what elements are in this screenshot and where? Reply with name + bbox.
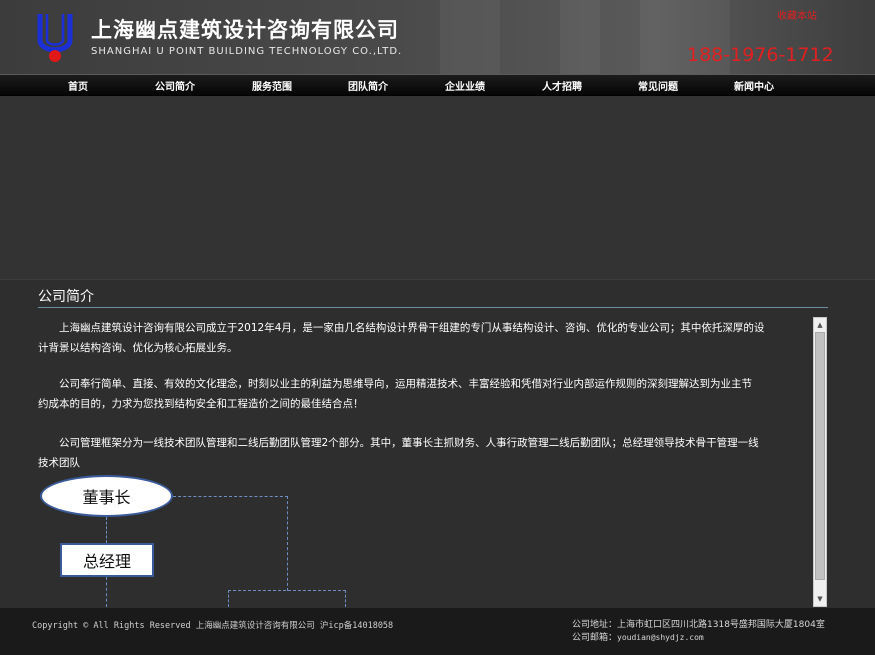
org-connector	[106, 577, 107, 607]
company-email: 公司邮箱：youdian@shydjz.com	[572, 630, 704, 643]
nav-item-faq[interactable]: 常见问题	[638, 78, 678, 93]
nav-item-news[interactable]: 新闻中心	[734, 78, 774, 93]
address-label: 公司地址：	[572, 620, 618, 630]
page: 上海幽点建筑设计咨询有限公司 SHANGHAI U POINT BUILDING…	[0, 0, 875, 655]
org-node-general-manager: 总经理	[60, 543, 154, 577]
title-divider	[38, 307, 828, 308]
hotline-number: 188-1976-1712	[687, 44, 834, 66]
company-address: 公司地址：上海市虹口区四川北路1318号盛邦国际大厦1804室	[572, 617, 825, 630]
article-body: 上海幽点建筑设计咨询有限公司成立于2012年4月，是一家由几名结构设计界骨干组建…	[38, 318, 810, 607]
bookmark-link[interactable]: 收藏本站	[777, 7, 817, 22]
company-name-cn: 上海幽点建筑设计咨询有限公司	[91, 18, 399, 42]
scrollbar-thumb[interactable]	[815, 332, 825, 580]
org-connector	[228, 590, 229, 607]
company-name-en: SHANGHAI U POINT BUILDING TECHNOLOGY CO.…	[91, 46, 403, 57]
org-connector	[228, 590, 346, 591]
org-connector	[173, 496, 288, 497]
scroll-down-arrow-icon[interactable]: ▼	[814, 592, 826, 606]
nav-item-projects[interactable]: 企业业绩	[445, 78, 485, 93]
nav-item-home[interactable]: 首页	[68, 78, 88, 93]
org-chart: 董事长 总经理	[38, 318, 810, 607]
main-nav: 首页 公司简介 服务范围 团队简介 企业业绩 人才招聘 常见问题 新闻中心	[0, 74, 875, 96]
org-connector	[345, 590, 346, 607]
header-building-shape	[440, 0, 500, 74]
copyright-text: Copyright © All Rights Reserved 上海幽点建筑设计…	[32, 621, 394, 631]
header: 上海幽点建筑设计咨询有限公司 SHANGHAI U POINT BUILDING…	[0, 0, 875, 74]
article-scrollbar[interactable]: ▲ ▼	[813, 317, 827, 607]
org-connector	[287, 496, 288, 591]
nav-item-team[interactable]: 团队简介	[348, 78, 388, 93]
section-title: 公司简介	[38, 289, 94, 305]
footer: Copyright © All Rights Reserved 上海幽点建筑设计…	[0, 608, 875, 655]
scroll-up-arrow-icon[interactable]: ▲	[814, 318, 826, 332]
banner-area	[0, 96, 875, 280]
email-label: 公司邮箱：	[572, 633, 618, 643]
nav-item-services[interactable]: 服务范围	[252, 78, 292, 93]
address-value: 上海市虹口区四川北路1318号盛邦国际大厦1804室	[617, 620, 825, 630]
nav-item-careers[interactable]: 人才招聘	[542, 78, 582, 93]
org-connector	[106, 517, 107, 543]
logo-icon[interactable]	[34, 12, 76, 64]
nav-item-about[interactable]: 公司简介	[155, 78, 195, 93]
email-link[interactable]: youdian@shydjz.com	[617, 633, 704, 642]
org-node-chairman: 董事长	[40, 475, 173, 517]
header-building-shape	[560, 0, 600, 74]
